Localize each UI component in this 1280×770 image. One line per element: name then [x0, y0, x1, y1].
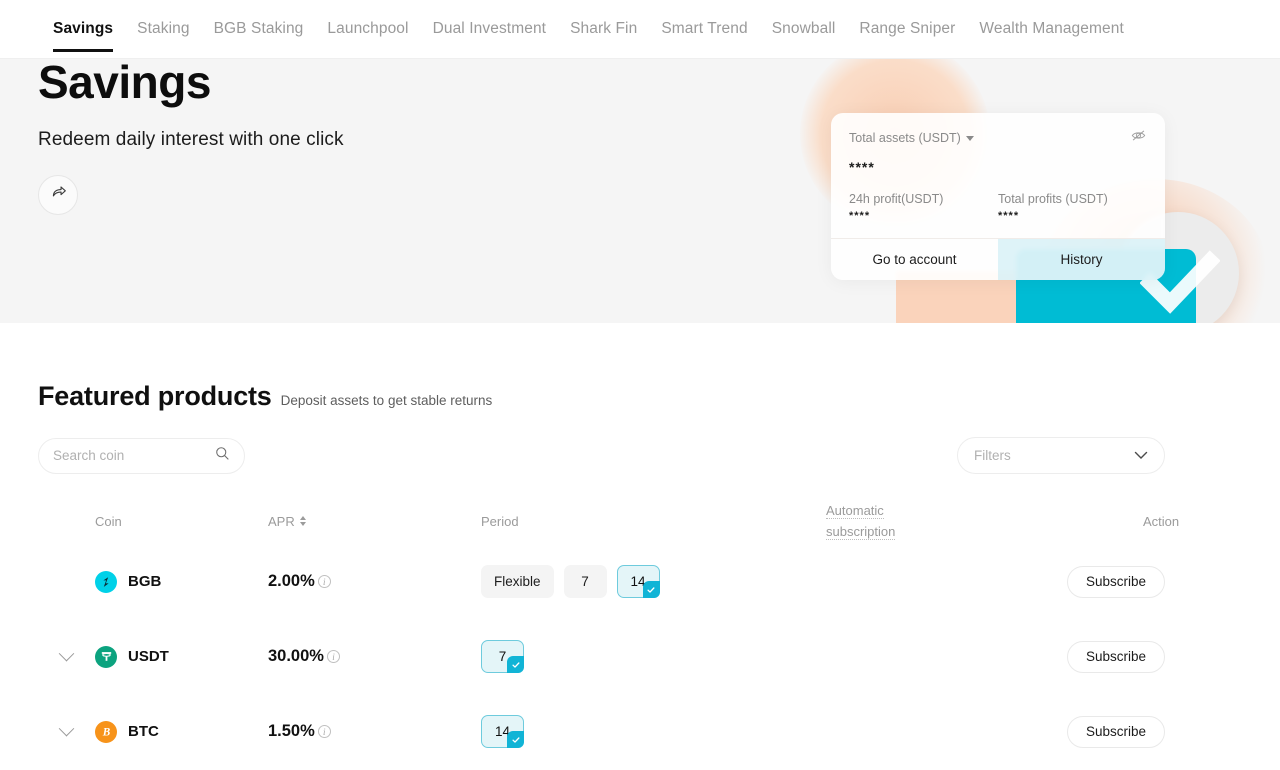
bgb-coin-icon — [95, 570, 117, 593]
btc-coin-icon: B — [95, 720, 117, 743]
total-profits-label: Total profits (USDT) — [998, 192, 1108, 206]
nav-tab-bgb-staking[interactable]: BGB Staking — [214, 20, 304, 52]
page-title: Savings — [38, 59, 211, 108]
total-profits-block: Total profits (USDT) **** — [998, 192, 1147, 222]
period-chip-7[interactable]: 7 — [563, 565, 607, 598]
account-card-footer: Go to account History — [831, 238, 1165, 280]
account-profit-columns: 24h profit(USDT) **** Total profits (USD… — [849, 192, 1147, 222]
info-icon[interactable]: i — [317, 725, 331, 738]
action-col-header: Action — [1143, 513, 1180, 529]
action-cell: Subscribe — [1067, 565, 1280, 598]
search-icon[interactable] — [215, 446, 230, 466]
profit-24h-block: 24h profit(USDT) **** — [849, 192, 998, 222]
nav-tab-staking[interactable]: Staking — [137, 20, 189, 52]
period-chip-14[interactable]: 14 — [616, 565, 660, 598]
automatic-subscription-col-header: Automatic subscription — [826, 500, 1067, 542]
apr-col-header[interactable]: APR — [268, 514, 481, 529]
period-cell: 14 — [481, 715, 826, 748]
subscribe-button[interactable]: Subscribe — [1067, 640, 1166, 673]
eye-off-icon[interactable] — [1130, 127, 1147, 149]
table-row: BGB 2.00% i Flexible 7 14 Subscribe — [38, 544, 1280, 619]
total-assets-selector[interactable]: Total assets (USDT) — [849, 131, 974, 145]
account-card-body: Total assets (USDT) **** 24h profit(USDT… — [831, 113, 1165, 238]
chevron-down-icon — [1134, 447, 1148, 465]
featured-products-subtitle: Deposit assets to get stable returns — [280, 393, 493, 408]
chevron-down-icon — [965, 135, 974, 141]
table-row: USDT 30.00% i 7 Subscribe — [38, 619, 1280, 694]
search-input[interactable] — [53, 448, 203, 463]
featured-products-header: Featured products Deposit assets to get … — [0, 381, 1280, 412]
apr-cell: 30.00% i — [268, 647, 481, 666]
check-icon — [507, 731, 525, 748]
period-chip-14[interactable]: 14 — [481, 715, 525, 748]
product-controls: Filters — [0, 412, 1280, 474]
total-profits-value: **** — [998, 210, 1020, 222]
search-coin-box[interactable] — [38, 437, 245, 474]
featured-products-section: Featured products Deposit assets to get … — [0, 323, 1280, 769]
coin-cell: USDT — [95, 645, 268, 668]
go-to-account-button[interactable]: Go to account — [831, 239, 998, 280]
nav-tab-launchpool[interactable]: Launchpool — [327, 20, 408, 52]
account-summary-card: Total assets (USDT) **** 24h profit(USDT… — [831, 113, 1165, 280]
apr-cell: 1.50% i — [268, 722, 481, 741]
apr-value: 30.00% — [268, 647, 324, 665]
total-assets-value: **** — [849, 159, 875, 175]
check-icon — [642, 581, 660, 598]
profit-24h-value: **** — [849, 210, 871, 222]
action-cell: Subscribe — [1067, 640, 1280, 673]
table-row: B BTC 1.50% i 14 Subscribe — [38, 694, 1280, 769]
period-chip-7[interactable]: 7 — [481, 640, 524, 673]
nav-tab-savings[interactable]: Savings — [53, 20, 114, 52]
coin-cell: B BTC — [95, 720, 268, 743]
apr-value: 2.00% — [268, 572, 315, 590]
chevron-down-icon[interactable] — [58, 720, 75, 737]
profit-24h-label: 24h profit(USDT) — [849, 192, 944, 206]
apr-value: 1.50% — [268, 722, 315, 740]
nav-tab-wealth-management[interactable]: Wealth Management — [979, 20, 1123, 52]
coin-cell: BGB — [95, 570, 268, 593]
coin-name: USDT — [128, 648, 169, 665]
account-card-top-row: Total assets (USDT) — [849, 127, 1147, 149]
action-cell: Subscribe — [1067, 715, 1280, 748]
nav-tab-smart-trend[interactable]: Smart Trend — [661, 20, 747, 52]
check-icon — [507, 656, 524, 673]
svg-text:B: B — [101, 726, 110, 738]
nav-tab-shark-fin[interactable]: Shark Fin — [570, 20, 637, 52]
period-chip-flexible[interactable]: Flexible — [481, 565, 554, 598]
expand-cell — [38, 645, 95, 662]
coin-col-header: Coin — [95, 513, 122, 529]
coin-name: BTC — [128, 723, 159, 740]
history-button[interactable]: History — [998, 239, 1165, 280]
info-icon[interactable]: i — [326, 650, 340, 663]
chevron-down-icon[interactable] — [58, 645, 75, 662]
total-assets-label: Total assets (USDT) — [849, 131, 961, 145]
hero-banner: Savings Redeem daily interest with one c… — [0, 59, 1280, 323]
period-cell: Flexible 7 14 — [481, 565, 826, 598]
period-col-header: Period — [481, 513, 519, 529]
apr-col-label: APR — [268, 513, 295, 529]
subscribe-button[interactable]: Subscribe — [1067, 715, 1166, 748]
sort-icon[interactable] — [299, 516, 306, 526]
apr-cell: 2.00% i — [268, 572, 481, 591]
share-button[interactable] — [38, 175, 78, 215]
period-cell: 7 — [481, 640, 826, 673]
expand-cell — [38, 720, 95, 737]
primary-nav: Savings Staking BGB Staking Launchpool Dual … — [0, 0, 1280, 59]
filters-label: Filters — [974, 448, 1011, 463]
table-header-row: Coin APR Period Automatic subscription A… — [38, 498, 1280, 544]
info-icon[interactable]: i — [317, 575, 331, 588]
table-body: BGB 2.00% i Flexible 7 14 Subscribe USDT 30.00% i… — [38, 544, 1280, 769]
coin-name: BGB — [128, 573, 162, 590]
filters-dropdown[interactable]: Filters — [957, 437, 1165, 474]
subscribe-button[interactable]: Subscribe — [1067, 565, 1166, 598]
nav-tab-range-sniper[interactable]: Range Sniper — [859, 20, 955, 52]
products-table: Coin APR Period Automatic subscription A… — [0, 498, 1280, 769]
featured-products-title: Featured products — [38, 381, 272, 411]
usdt-coin-icon — [95, 645, 117, 668]
nav-tab-dual-investment[interactable]: Dual Investment — [433, 20, 547, 52]
nav-tab-snowball[interactable]: Snowball — [772, 20, 836, 52]
automatic-subscription-label: Automatic subscription — [826, 503, 896, 540]
share-icon — [50, 184, 67, 206]
